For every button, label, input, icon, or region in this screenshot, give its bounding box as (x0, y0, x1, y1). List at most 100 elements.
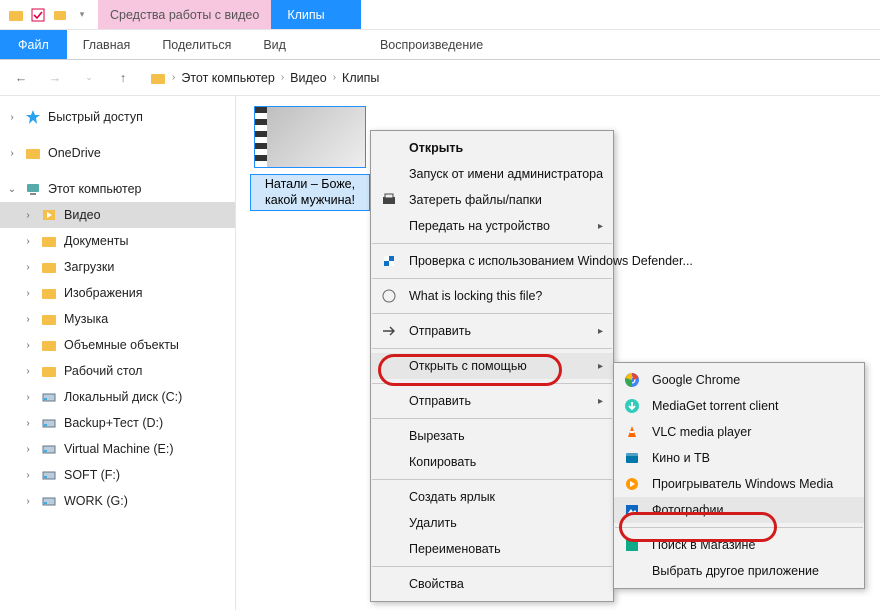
chevron-right-icon[interactable]: › (6, 112, 18, 123)
crumb-clips[interactable]: Клипы (342, 71, 379, 85)
chevron-down-icon[interactable]: ⌄ (6, 184, 18, 195)
tree-label: Видео (64, 208, 101, 222)
folder-icon (40, 362, 58, 380)
nav-recent-dropdown[interactable]: ⌄ (76, 65, 102, 91)
menu-create-shortcut[interactable]: Создать ярлык (371, 484, 613, 510)
menu-open[interactable]: Открыть (371, 135, 613, 161)
tab-home[interactable]: Главная (67, 30, 147, 59)
tree-item[interactable]: › Видео (0, 202, 235, 228)
open-with-app[interactable]: Кино и ТВ (614, 445, 864, 471)
wmp-icon (622, 474, 642, 494)
tab-view[interactable]: Вид (247, 30, 302, 59)
menu-cut[interactable]: Вырезать (371, 423, 613, 449)
menu-choose-another-app[interactable]: Выбрать другое приложение (614, 558, 864, 584)
nav-forward-button[interactable]: → (42, 65, 68, 91)
navigation-tree[interactable]: › Быстрый доступ › OneDrive ⌄ Этот компь… (0, 96, 236, 610)
chrome-icon (622, 370, 642, 390)
chevron-right-icon[interactable]: › (22, 314, 34, 325)
tree-item[interactable]: › Загрузки (0, 254, 235, 280)
app-label: VLC media player (652, 425, 751, 439)
tree-quick-access[interactable]: › Быстрый доступ (0, 104, 235, 130)
chevron-right-icon[interactable]: › (6, 148, 18, 159)
chevron-right-icon[interactable]: › (22, 444, 34, 455)
file-tab[interactable]: Файл (0, 30, 67, 59)
tree-item[interactable]: › Backup+Тест (D:) (0, 410, 235, 436)
open-with-submenu: Google ChromeMediaGet torrent client VLC … (613, 362, 865, 589)
chevron-right-icon: ▸ (598, 221, 603, 232)
chevron-right-icon[interactable]: › (22, 236, 34, 247)
chevron-right-icon[interactable]: › (22, 366, 34, 377)
breadcrumb[interactable]: › Этот компьютер › Видео › Клипы (150, 70, 379, 86)
tree-item[interactable]: ›Изображения (0, 280, 235, 306)
tree-label: Локальный диск (C:) (64, 390, 182, 404)
tree-label: Этот компьютер (48, 182, 141, 196)
tree-item[interactable]: ›Рабочий стол (0, 358, 235, 384)
open-with-app[interactable]: VLC media player (614, 419, 864, 445)
video-thumbnail[interactable] (254, 106, 366, 168)
share-icon (379, 321, 399, 341)
chevron-right-icon[interactable]: › (22, 262, 34, 273)
menu-run-admin[interactable]: Запуск от имени администратора (371, 161, 613, 187)
menu-sendto2[interactable]: Отправить▸ (371, 388, 613, 414)
tree-label: Документы (64, 234, 128, 248)
menu-open-with[interactable]: Открыть с помощью▸ (371, 353, 613, 379)
tree-item[interactable]: ›WORK (G:) (0, 488, 235, 514)
tree-onedrive[interactable]: › OneDrive (0, 140, 235, 166)
tree-label: Backup+Тест (D:) (64, 416, 163, 430)
menu-shred[interactable]: Затереть файлы/папки (371, 187, 613, 213)
menu-sendto[interactable]: Отправить▸ (371, 318, 613, 344)
file-item[interactable]: Натали – Боже, какой мужчина! (250, 106, 370, 211)
qat-properties-icon[interactable] (30, 7, 46, 23)
nav-back-button[interactable]: ← (8, 65, 34, 91)
app-label: Кино и ТВ (652, 451, 710, 465)
chevron-right-icon[interactable]: › (22, 210, 34, 221)
tree-label: Объемные объекты (64, 338, 179, 352)
tree-item[interactable]: ›Музыка (0, 306, 235, 332)
open-with-app[interactable]: Google Chrome (614, 367, 864, 393)
tree-item[interactable]: ›Virtual Machine (E:) (0, 436, 235, 462)
tree-item[interactable]: › Локальный диск (C:) (0, 384, 235, 410)
chevron-right-icon[interactable]: › (22, 496, 34, 507)
open-with-app[interactable]: MediaGet torrent client (614, 393, 864, 419)
chevron-right-icon[interactable]: › (22, 392, 34, 403)
folder-icon (40, 336, 58, 354)
tree-label: Загрузки (64, 260, 114, 274)
tree-item[interactable]: ›SOFT (F:) (0, 462, 235, 488)
photos-icon (622, 500, 642, 520)
store-icon (622, 535, 642, 555)
file-name[interactable]: Натали – Боже, какой мужчина! (250, 174, 370, 211)
tree-this-pc[interactable]: ⌄ Этот компьютер (0, 176, 235, 202)
chevron-right-icon[interactable]: › (172, 72, 175, 83)
menu-delete[interactable]: Удалить (371, 510, 613, 536)
chevron-right-icon[interactable]: › (333, 72, 336, 83)
qat-new-folder-icon[interactable] (52, 7, 68, 23)
chevron-right-icon[interactable]: › (281, 72, 284, 83)
chevron-right-icon[interactable]: › (22, 340, 34, 351)
printer-icon (379, 190, 399, 210)
star-icon (24, 108, 42, 126)
menu-what-locking[interactable]: What is locking this file? (371, 283, 613, 309)
open-with-app[interactable]: Проигрыватель Windows Media (614, 471, 864, 497)
menu-copy[interactable]: Копировать (371, 449, 613, 475)
tree-item[interactable]: › Документы (0, 228, 235, 254)
folder-icon (40, 206, 58, 224)
nav-up-button[interactable]: ↑ (110, 65, 136, 91)
crumb-this-pc[interactable]: Этот компьютер (181, 71, 274, 85)
menu-cast[interactable]: Передать на устройство▸ (371, 213, 613, 239)
menu-rename[interactable]: Переименовать (371, 536, 613, 562)
tab-share[interactable]: Поделиться (146, 30, 247, 59)
crumb-videos[interactable]: Видео (290, 71, 327, 85)
drive-icon (40, 440, 58, 458)
menu-defender[interactable]: Проверка с использованием Windows Defend… (371, 248, 613, 274)
qat-customize-icon[interactable]: ▾ (74, 7, 90, 23)
chevron-right-icon[interactable]: › (22, 418, 34, 429)
chevron-right-icon[interactable]: › (22, 288, 34, 299)
menu-properties[interactable]: Свойства (371, 571, 613, 597)
chevron-right-icon[interactable]: › (22, 470, 34, 481)
chevron-right-icon: ▸ (598, 396, 603, 407)
tree-item[interactable]: › Объемные объекты (0, 332, 235, 358)
tab-playback[interactable]: Воспроизведение (364, 30, 499, 59)
movies-tv-icon (622, 448, 642, 468)
open-with-app[interactable]: Фотографии (614, 497, 864, 523)
menu-search-store[interactable]: Поиск в Магазине (614, 532, 864, 558)
